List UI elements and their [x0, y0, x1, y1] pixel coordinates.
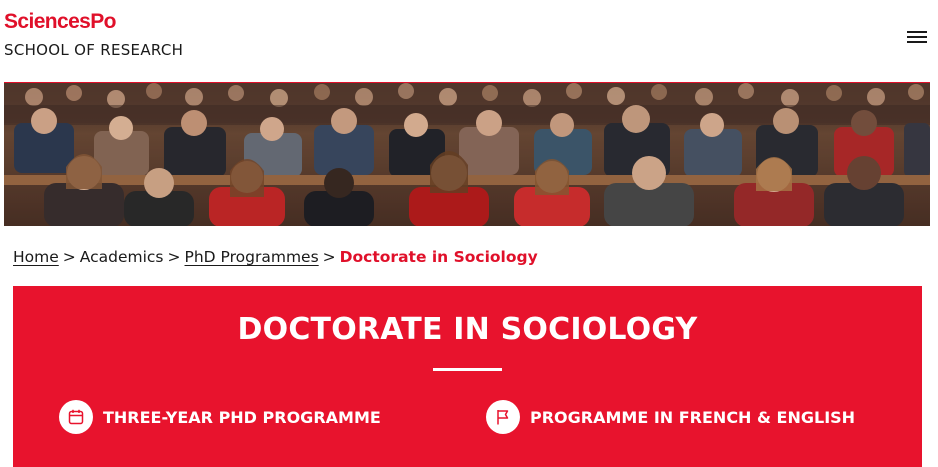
- breadcrumb-current-page: Doctorate in Sociology: [339, 248, 538, 266]
- hero-image: [4, 82, 930, 226]
- breadcrumb: Home > Academics > PhD Programmes > Doctorate …: [13, 246, 538, 268]
- feature-duration-label: THREE-YEAR PHD PROGRAMME: [103, 407, 381, 427]
- page-title: DOCTORATE IN SOCIOLOGY: [237, 312, 698, 347]
- breadcrumb-phd-programmes-link[interactable]: PhD Programmes: [185, 248, 319, 266]
- logo-subtitle: SCHOOL OF RESEARCH: [4, 41, 184, 59]
- logo-wordmark: SciencesPo: [4, 10, 117, 33]
- feature-language-label: PROGRAMME IN FRENCH & ENGLISH: [530, 407, 856, 427]
- feature-language: PROGRAMME IN FRENCH & ENGLISH: [486, 400, 855, 434]
- title-divider: [433, 368, 502, 371]
- calendar-icon: [59, 400, 93, 434]
- menu-line: [907, 31, 927, 33]
- breadcrumb-separator: >: [167, 248, 181, 266]
- hamburger-menu-icon[interactable]: [907, 28, 927, 46]
- menu-line: [907, 36, 927, 38]
- breadcrumb-academics: Academics: [79, 248, 164, 266]
- menu-line: [907, 41, 927, 43]
- lecture-hall-photo: [4, 83, 930, 226]
- feature-duration: THREE-YEAR PHD PROGRAMME: [59, 400, 381, 434]
- site-logo[interactable]: SciencesPo SCHOOL OF RESEARCH: [4, 10, 183, 60]
- breadcrumb-separator: >: [62, 248, 76, 266]
- flag-icon: [486, 400, 520, 434]
- programme-banner: DOCTORATE IN SOCIOLOGY THREE-YEAR PHD PR…: [13, 286, 922, 467]
- breadcrumb-home-link[interactable]: Home: [13, 248, 59, 266]
- breadcrumb-separator: >: [322, 248, 336, 266]
- site-header: SciencesPo SCHOOL OF RESEARCH: [0, 0, 938, 82]
